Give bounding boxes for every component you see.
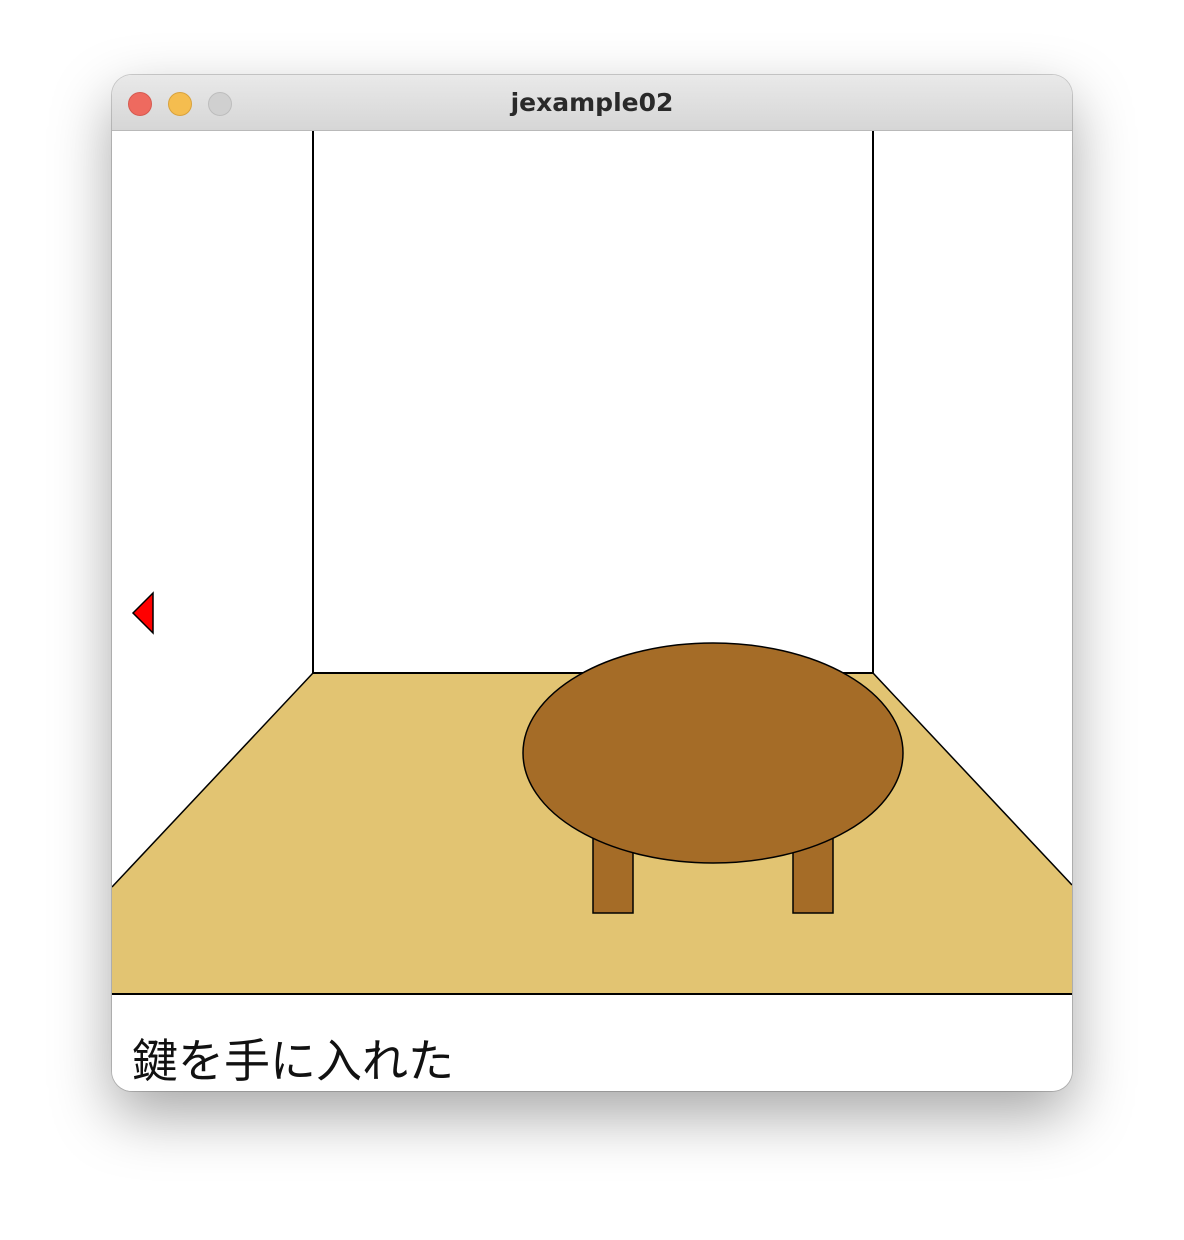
- left-arrow-icon[interactable]: [131, 591, 154, 635]
- window-title: jexample02: [510, 88, 674, 117]
- message-panel: 鍵を手に入れた: [112, 993, 1072, 1091]
- title-bar[interactable]: jexample02: [112, 75, 1072, 131]
- message-text: 鍵を手に入れた: [132, 1034, 454, 1088]
- app-window: jexample02 鍵を手に入れた: [112, 75, 1072, 1091]
- table-top[interactable]: [522, 642, 904, 864]
- room-scene: [112, 131, 1072, 993]
